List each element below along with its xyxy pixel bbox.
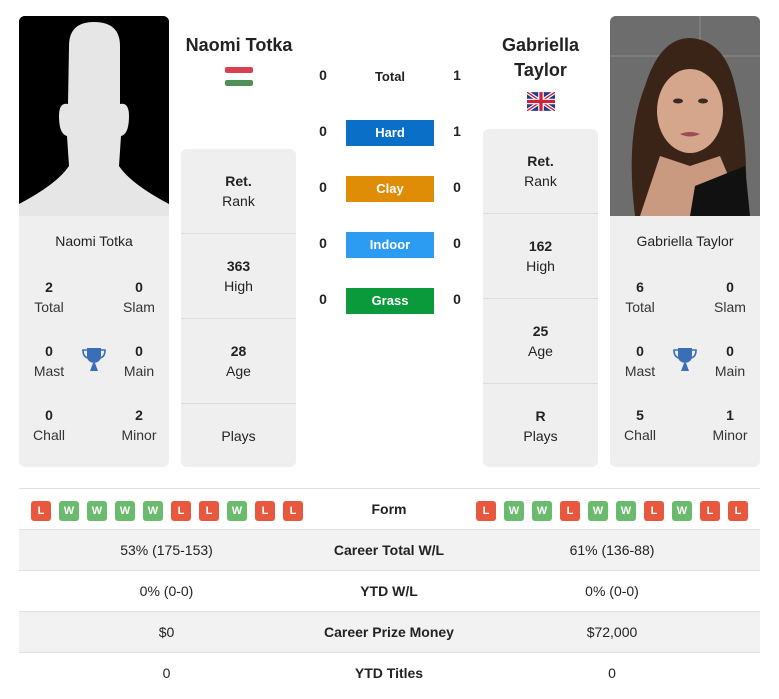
player1-name[interactable]: Naomi Totka — [175, 33, 303, 58]
form-loss-badge[interactable]: L — [560, 501, 580, 521]
h2h-grass-p2: 0 — [453, 291, 461, 307]
form-label: Form — [371, 501, 407, 517]
table-row: 53% (175-153) Career Total W/L 61% (136-… — [19, 529, 760, 570]
player1-ytd-wl: 0% (0-0) — [139, 583, 194, 599]
player1-plays: Plays — [221, 427, 256, 444]
trophy-icon — [82, 348, 106, 371]
player1-ytd-titles: 0 — [162, 665, 171, 681]
surface-clay-button[interactable]: Clay — [346, 176, 434, 202]
player1-form-badges: LWWWWLLWLL — [31, 501, 303, 521]
player1-titles-slam: 0 Slam — [123, 279, 155, 315]
player2-name[interactable]: Gabriella Taylor — [478, 33, 603, 83]
player2-titles-minor: 1 Minor — [712, 407, 748, 443]
row-label: Career Total W/L — [333, 542, 445, 558]
row-label: YTD Titles — [354, 665, 424, 681]
surface-grass-button[interactable]: Grass — [346, 288, 434, 314]
silhouette-placeholder-icon — [19, 16, 169, 216]
form-loss-badge[interactable]: L — [255, 501, 275, 521]
player2-titles-total: 6 Total — [625, 279, 655, 315]
player2-titles-slam: 0 Slam — [714, 279, 746, 315]
player2-titles-main: 0 Main — [714, 343, 746, 379]
player2-titles-card: Gabriella Taylor 6 Total 0 Slam 0 Mast 0 Mai… — [610, 216, 760, 467]
form-loss-badge[interactable]: L — [171, 501, 191, 521]
player1-info-panel: Ret. Rank 363 High 28 Age Plays — [181, 149, 296, 467]
h2h-clay-p1: 0 — [319, 179, 327, 195]
row-label: Career Prize Money — [324, 624, 454, 640]
table-row: 0% (0-0) YTD W/L 0% (0-0) — [19, 570, 760, 611]
form-loss-badge[interactable]: L — [728, 501, 748, 521]
form-win-badge[interactable]: W — [588, 501, 608, 521]
form-row: LWWWWLLWLL Form LWWLWWLWLL — [19, 488, 760, 529]
form-loss-badge[interactable]: L — [31, 501, 51, 521]
form-win-badge[interactable]: W — [143, 501, 163, 521]
player1-titles-minor: 2 Minor — [121, 407, 157, 443]
trophy-icon — [673, 348, 697, 371]
player1-photo — [19, 16, 169, 216]
player1-high: 363 High — [181, 234, 296, 319]
surface-indoor-button[interactable]: Indoor — [346, 232, 434, 258]
h2h-total-p2: 1 — [453, 67, 461, 83]
surface-hard-button[interactable]: Hard — [346, 120, 434, 146]
form-win-badge[interactable]: W — [87, 501, 107, 521]
h2h-total-label: Total — [374, 69, 406, 84]
form-loss-badge[interactable]: L — [700, 501, 720, 521]
form-win-badge[interactable]: W — [504, 501, 524, 521]
player2-portrait-image — [610, 16, 760, 216]
player1-titles-chall: 0 Chall — [33, 407, 65, 443]
player1-age: 28 Age — [181, 319, 296, 404]
player2-photo — [610, 16, 760, 216]
player2-rank: Ret. Rank — [483, 129, 598, 214]
hungary-flag-icon — [225, 67, 253, 87]
player2-age: 25 Age — [483, 299, 598, 384]
player1-titles-mast: 0 Mast — [33, 343, 65, 379]
player2-high: 162 High — [483, 214, 598, 299]
player2-ytd-titles: 0 — [608, 665, 616, 681]
player2-prize-money: $72,000 — [586, 624, 638, 640]
player2-name-line1: Gabriella — [501, 35, 580, 55]
player1-titles-main: 0 Main — [123, 343, 155, 379]
player1-rank: Ret. Rank — [181, 149, 296, 234]
uk-flag-icon — [527, 92, 555, 111]
player2-titles-chall: 5 Chall — [624, 407, 656, 443]
player1-titles-total: 2 Total — [34, 279, 64, 315]
form-win-badge[interactable]: W — [532, 501, 552, 521]
form-loss-badge[interactable]: L — [476, 501, 496, 521]
h2h-indoor-p1: 0 — [319, 235, 327, 251]
h2h-grass-p1: 0 — [319, 291, 327, 307]
form-loss-badge[interactable]: L — [644, 501, 664, 521]
form-loss-badge[interactable]: L — [199, 501, 219, 521]
form-loss-badge[interactable]: L — [283, 501, 303, 521]
form-win-badge[interactable]: W — [672, 501, 692, 521]
form-win-badge[interactable]: W — [616, 501, 636, 521]
player2-plays: R Plays — [523, 407, 558, 444]
h2h-hard-p1: 0 — [319, 123, 327, 139]
player1-titles-card: Naomi Totka 2 Total 0 Slam 0 Mast 0 Main 0 Ch… — [19, 216, 169, 467]
player1-card-name[interactable]: Naomi Totka — [19, 233, 169, 249]
h2h-indoor-p2: 0 — [453, 235, 461, 251]
form-win-badge[interactable]: W — [227, 501, 247, 521]
row-label: YTD W/L — [360, 583, 418, 599]
table-row: $0 Career Prize Money $72,000 — [19, 611, 760, 652]
h2h-clay-p2: 0 — [453, 179, 461, 195]
form-win-badge[interactable]: W — [115, 501, 135, 521]
form-win-badge[interactable]: W — [59, 501, 79, 521]
player1-career-wl: 53% (175-153) — [120, 542, 213, 558]
player2-card-name[interactable]: Gabriella Taylor — [610, 233, 760, 249]
player2-career-wl: 61% (136-88) — [569, 542, 655, 558]
player2-info-panel: Ret. Rank 162 High 25 Age R Plays — [483, 129, 598, 467]
player2-name-line2: Taylor — [514, 60, 567, 80]
player2-form-badges: LWWLWWLWLL — [476, 501, 748, 521]
player1-prize-money: $0 — [158, 624, 175, 640]
player2-ytd-wl: 0% (0-0) — [585, 583, 639, 599]
h2h-hard-p2: 1 — [453, 123, 461, 139]
h2h-total-p1: 0 — [319, 67, 327, 83]
player2-titles-mast: 0 Mast — [624, 343, 656, 379]
table-row: 0 YTD Titles 0 — [19, 652, 760, 693]
